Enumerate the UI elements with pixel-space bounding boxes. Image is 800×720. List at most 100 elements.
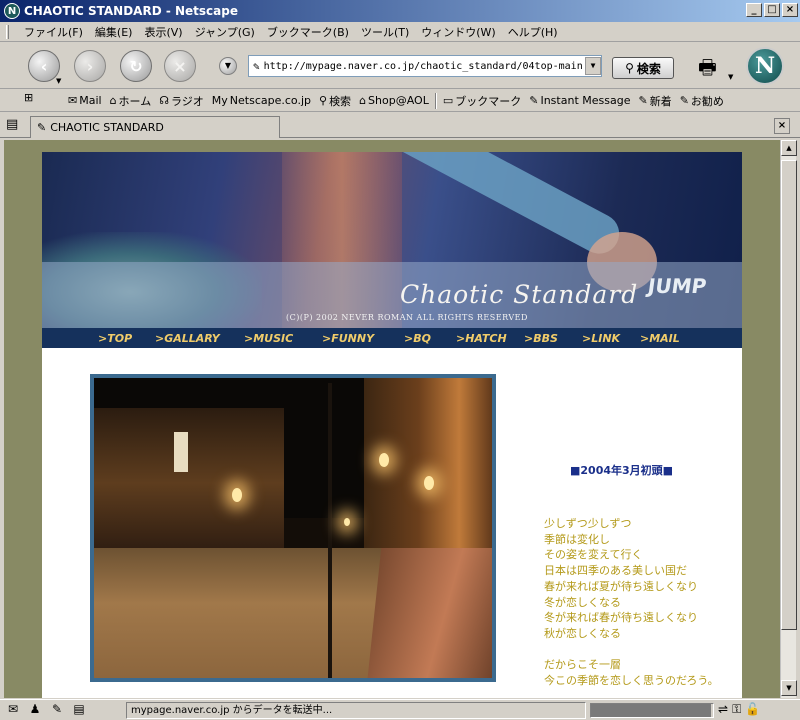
toolbar-home[interactable]: ⌂ ホーム [106,93,156,109]
close-tab-button[interactable]: × [774,118,790,134]
print-icon[interactable]: 🖶 [698,53,726,79]
vertical-scrollbar[interactable]: ▲ ▼ [780,140,797,698]
menu-bookmarks[interactable]: ブックマーク(B) [261,24,355,40]
nav-funny[interactable]: >FUNNY [322,332,404,345]
toolbar-separator [434,92,437,109]
magnifier-icon: ⚲ [625,61,634,75]
toolbar-grip[interactable] [6,25,9,39]
photo-lamp [344,518,350,526]
forward-arrow-icon: › [86,56,94,76]
toolbar-mail[interactable]: ✉ Mail [64,94,106,107]
nav-gallary[interactable]: >GALLARY [155,332,244,345]
stop-icon: × [173,56,187,76]
jump-link[interactable]: JUMP [646,274,708,298]
nav-hatch[interactable]: >HATCH [456,332,524,345]
toolbar-instant-message[interactable]: ✎ Instant Message [525,94,634,107]
nav-bq[interactable]: >BQ [404,332,456,345]
status-text: mypage.naver.co.jp からデータを転送中... [126,702,586,719]
nav-bbs[interactable]: >BBS [524,332,582,345]
shop-icon: ⌂ [359,94,367,107]
window-controls: _ □ × [746,3,798,17]
stop-button[interactable]: × [164,50,196,82]
search-icon: ⚲ [319,94,328,107]
menu-file[interactable]: ファイル(F) [18,24,89,40]
site-logo-title: Chaotic Standard [400,280,639,309]
toolbar-new[interactable]: ✎ 新着 [634,93,675,109]
copyright-text: (C)(P) 2002 NEVER ROMAN ALL RIGHTS RESER… [286,313,528,322]
toolbar-radio[interactable]: ☊ ラジオ [155,93,208,109]
poem-text: 少しずつ少しずつ 季節は変化し その姿を変えて行く 日本は四季のある美しい国だ … [544,516,734,689]
poem-line: 冬が来れば春が待ち遠しくなり [544,611,698,625]
status-mail-icon[interactable]: ✉ [4,702,22,718]
location-dropdown-icon[interactable]: ▼ [219,57,237,75]
back-history-dropdown-icon[interactable]: ▼ [56,77,66,85]
status-addressbook-icon[interactable]: ▤ [70,702,88,718]
toolbar-bookmarks[interactable]: ▭ ブックマーク [439,93,525,109]
poem-blank-line [544,642,734,658]
connection-icon[interactable]: ⇌ [718,702,728,717]
photo-lamp [232,488,242,502]
scroll-up-arrow-icon[interactable]: ▲ [781,140,797,156]
reload-icon: ↻ [129,56,143,76]
poem-line: 春が来れば夏が待ち遠しくなり [544,579,698,593]
recommend-icon: ✎ [679,94,689,107]
menu-window[interactable]: ウィンドウ(W) [415,24,501,40]
bookmark-icon: ▭ [442,94,454,107]
tab-page-icon: ✎ [37,121,47,134]
menu-edit[interactable]: 編集(E) [89,24,139,40]
menu-help[interactable]: ヘルプ(H) [502,24,564,40]
search-button[interactable]: ⚲ 検索 [612,57,674,79]
poem-line: 今この季節を恋しく思うのだろう。 [544,674,719,688]
photo-building-left [94,408,284,558]
back-arrow-icon: ‹ [40,56,48,76]
photo-shop-sign [174,432,188,472]
menu-view[interactable]: 表示(V) [138,24,188,40]
page-link-icon[interactable]: ✎ [253,60,260,73]
minimize-button[interactable]: _ [746,3,762,17]
toolbar-my-netscape[interactable]: My Netscape.co.jp [208,94,315,107]
poem-line: だからこそ一層 [544,658,621,672]
netscape-app-icon[interactable]: N [4,3,20,19]
scrollbar-thumb[interactable] [781,160,797,630]
reload-button[interactable]: ↻ [120,50,152,82]
toolbar-search[interactable]: ⚲ 検索 [315,93,355,109]
loading-progress-fill [591,704,711,717]
mail-icon: ✉ [68,94,78,107]
print-dropdown-icon[interactable]: ▼ [728,73,738,81]
new-tab-icon[interactable]: ▤ [6,117,18,132]
nav-link[interactable]: >LINK [582,332,640,345]
forward-button[interactable]: › [74,50,106,82]
tab-label: CHAOTIC STANDARD [50,121,164,134]
status-aim-icon[interactable]: ♟ [26,702,44,718]
photo-lamp [424,476,434,490]
maximize-button[interactable]: □ [764,3,780,17]
url-input[interactable]: ✎ http://mypage.naver.co.jp/chaotic_stan… [248,55,602,77]
header-banner: Chaotic Standard JUMP (C)(P) 2002 NEVER … [42,152,742,330]
toolbar-recommend[interactable]: ✎ お勧め [676,93,728,109]
poem-line: 日本は四季のある美しい国だ [544,564,687,578]
status-composer-icon[interactable]: ✎ [48,702,66,718]
photo-pole [328,383,332,678]
nav-mail[interactable]: >MAIL [640,332,680,345]
status-right-icons: ⇌ ⚿ 🔓 [718,702,760,717]
url-history-dropdown-icon[interactable]: ▼ [585,57,601,75]
personal-toolbar: ✉ Mail ⌂ ホーム ☊ ラジオ My Netscape.co.jp ⚲ 検索 ⌂ Sh… [0,90,800,112]
tab-chaotic-standard[interactable]: ✎ CHAOTIC STANDARD [30,116,280,138]
toolbar-shop[interactable]: ⌂ Shop@AOL [355,94,433,107]
search-button-label: 検索 [636,61,661,76]
date-heading: ■2004年3月初頭■ [570,464,674,477]
lock-icon[interactable]: 🔓 [745,702,760,717]
menu-tools[interactable]: ツール(T) [355,24,415,40]
nav-top[interactable]: >TOP [98,332,155,345]
nav-music[interactable]: >MUSIC [244,332,322,345]
poem-line: その姿を変えて行く [544,548,643,562]
netscape-logo[interactable]: N [746,47,784,85]
poem-line: 季節は変化し [544,532,610,546]
security-icon[interactable]: ⚿ [732,702,741,717]
radio-icon: ☊ [159,94,169,107]
scroll-down-arrow-icon[interactable]: ▼ [781,680,797,696]
close-button[interactable]: × [782,3,798,17]
my-netscape-icon: My [211,94,228,107]
window-title: CHAOTIC STANDARD - Netscape [24,4,238,18]
menu-go[interactable]: ジャンプ(G) [189,24,261,40]
